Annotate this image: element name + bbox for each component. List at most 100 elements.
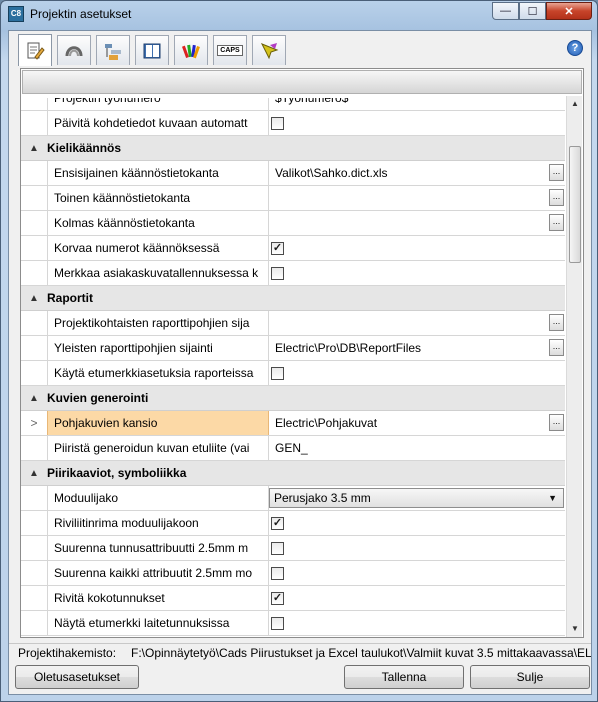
tab-cursor-colors[interactable] [252, 35, 286, 65]
property-name: Merkkaa asiakaskuvatallennuksessa k [47, 261, 269, 285]
project-directory-path: F:\Opinnäytetyö\Cads Piirustukset ja Exc… [131, 646, 591, 660]
save-button[interactable]: Tallenna [344, 665, 464, 689]
close-window-button[interactable]: ✕ [546, 2, 592, 20]
collapse-chevron-icon[interactable]: ▲ [21, 286, 47, 310]
value-checkbox[interactable] [271, 267, 284, 280]
property-value[interactable] [269, 361, 565, 385]
property-name: Rivitä kokotunnukset [47, 586, 269, 610]
property-name: Moduulijako [47, 486, 269, 510]
browse-button[interactable]: ... [549, 414, 564, 431]
collapse-chevron-icon[interactable]: ▲ [21, 136, 47, 160]
property-value[interactable]: $Työnumero$ [269, 98, 565, 110]
property-row[interactable]: Projektikohtaisten raporttipohjien sija.… [21, 311, 565, 336]
collapse-chevron-icon[interactable]: ▲ [21, 461, 47, 485]
category-label: Kuvien generointi [47, 391, 149, 405]
property-row[interactable]: Toinen käännöstietokanta... [21, 186, 565, 211]
close-button[interactable]: Sulje [470, 665, 590, 689]
property-value[interactable] [269, 261, 565, 285]
property-name: Näytä etumerkki laitetunnuksissa [47, 611, 269, 635]
property-row[interactable]: Käytä etumerkkiasetuksia raporteissa [21, 361, 565, 386]
tab-general-settings[interactable] [18, 34, 52, 66]
caps-icon: CAPS [217, 45, 243, 56]
property-value[interactable]: ... [269, 186, 565, 210]
value-text[interactable]: $Työnumero$ [275, 98, 348, 105]
property-value[interactable]: ✓ [269, 236, 565, 260]
tab-cables[interactable] [57, 35, 91, 65]
property-row[interactable]: Ensisijainen käännöstietokanta Valikot\Sa… [21, 161, 565, 186]
property-value[interactable] [269, 111, 565, 135]
property-row[interactable]: > Pohjakuvien kansio Electric\Pohjakuvat..… [21, 411, 565, 436]
property-value[interactable]: Electric\Pro\DB\ReportFiles... [269, 336, 565, 360]
value-checkbox[interactable]: ✓ [271, 592, 284, 605]
property-row[interactable]: Projektin työnumero $Työnumero$ [21, 98, 565, 111]
property-row[interactable]: Merkkaa asiakaskuvatallennuksessa k [21, 261, 565, 286]
browse-button[interactable]: ... [549, 189, 564, 206]
value-checkbox[interactable] [271, 117, 284, 130]
tab-caps[interactable]: CAPS [213, 35, 247, 65]
value-checkbox[interactable]: ✓ [271, 242, 284, 255]
value-checkbox[interactable] [271, 367, 284, 380]
scrollbar-thumb[interactable] [569, 146, 581, 263]
property-value[interactable]: ... [269, 311, 565, 335]
browse-button[interactable]: ... [549, 164, 564, 181]
property-value[interactable]: ✓ [269, 511, 565, 535]
tab-hierarchy[interactable] [96, 35, 130, 65]
value-checkbox[interactable] [271, 617, 284, 630]
property-row[interactable]: Yleisten raporttipohjien sijainti Electri… [21, 336, 565, 361]
row-gutter [21, 261, 47, 285]
minimize-button[interactable]: — [492, 2, 519, 20]
property-row[interactable]: Päivitä kohdetiedot kuvaan automatt [21, 111, 565, 136]
property-value[interactable]: GEN_ [269, 436, 565, 460]
property-row[interactable]: Piiristä generoidun kuvan etuliite (vai G… [21, 436, 565, 461]
settings-tab-toolbar: CAPS ? [9, 31, 591, 69]
property-name: Projektikohtaisten raporttipohjien sija [47, 311, 269, 335]
property-row[interactable]: Moduulijako Perusjako 3.5 mm ▼ [21, 486, 565, 511]
tab-colors[interactable] [174, 35, 208, 65]
browse-button[interactable]: ... [549, 214, 564, 231]
property-row[interactable]: Näytä etumerkki laitetunnuksissa [21, 611, 565, 636]
category-header[interactable]: ▲ Kuvien generointi [21, 386, 565, 411]
category-header[interactable]: ▲ Piirikaaviot, symboliikka [21, 461, 565, 486]
property-value[interactable]: ... [269, 211, 565, 235]
row-gutter: > [21, 411, 47, 435]
property-grid-scrollbar[interactable]: ▲ ▼ [566, 96, 582, 637]
row-gutter [21, 311, 47, 335]
property-value[interactable] [269, 536, 565, 560]
property-row[interactable]: Rivitä kokotunnukset ✓ [21, 586, 565, 611]
browse-button[interactable]: ... [549, 314, 564, 331]
category-header[interactable]: ▲ Kielikäännös [21, 136, 565, 161]
property-value[interactable] [269, 611, 565, 635]
defaults-button[interactable]: Oletusasetukset [15, 665, 139, 689]
property-row[interactable]: Riviliitinrima moduulijakoon ✓ [21, 511, 565, 536]
tab-documentation[interactable] [135, 35, 169, 65]
property-row[interactable]: Kolmas käännöstietokanta... [21, 211, 565, 236]
category-label: Kielikäännös [47, 141, 122, 155]
collapse-chevron-icon[interactable]: ▲ [21, 386, 47, 410]
property-value[interactable]: Valikot\Sahko.dict.xls... [269, 161, 565, 185]
property-row[interactable]: Korvaa numerot käännöksessä ✓ [21, 236, 565, 261]
value-text[interactable]: Electric\Pro\DB\ReportFiles [275, 341, 421, 355]
value-checkbox[interactable] [271, 542, 284, 555]
title-bar[interactable]: C8 Projektin asetukset — ☐ ✕ [1, 1, 597, 29]
help-icon[interactable]: ? [567, 40, 583, 56]
property-value[interactable]: Electric\Pohjakuvat... [269, 411, 565, 435]
scroll-down-arrow-icon[interactable]: ▼ [567, 621, 583, 637]
property-row[interactable]: Suurenna tunnusattribuutti 2.5mm m [21, 536, 565, 561]
property-value[interactable]: Perusjako 3.5 mm ▼ [269, 486, 565, 510]
property-value[interactable]: ✓ [269, 586, 565, 610]
property-name: Käytä etumerkkiasetuksia raporteissa [47, 361, 269, 385]
row-gutter [21, 536, 47, 560]
value-text[interactable]: GEN_ [275, 441, 308, 455]
value-text[interactable]: Electric\Pohjakuvat [275, 416, 377, 430]
browse-button[interactable]: ... [549, 339, 564, 356]
property-value[interactable] [269, 561, 565, 585]
scroll-up-arrow-icon[interactable]: ▲ [567, 96, 583, 112]
value-checkbox[interactable]: ✓ [271, 517, 284, 530]
value-text[interactable]: Valikot\Sahko.dict.xls [275, 166, 388, 180]
chevron-down-icon: ▼ [548, 493, 557, 503]
category-header[interactable]: ▲ Raportit [21, 286, 565, 311]
value-checkbox[interactable] [271, 567, 284, 580]
maximize-button[interactable]: ☐ [519, 2, 546, 20]
value-dropdown[interactable]: Perusjako 3.5 mm ▼ [269, 488, 564, 508]
property-row[interactable]: Suurenna kaikki attribuutit 2.5mm mo [21, 561, 565, 586]
